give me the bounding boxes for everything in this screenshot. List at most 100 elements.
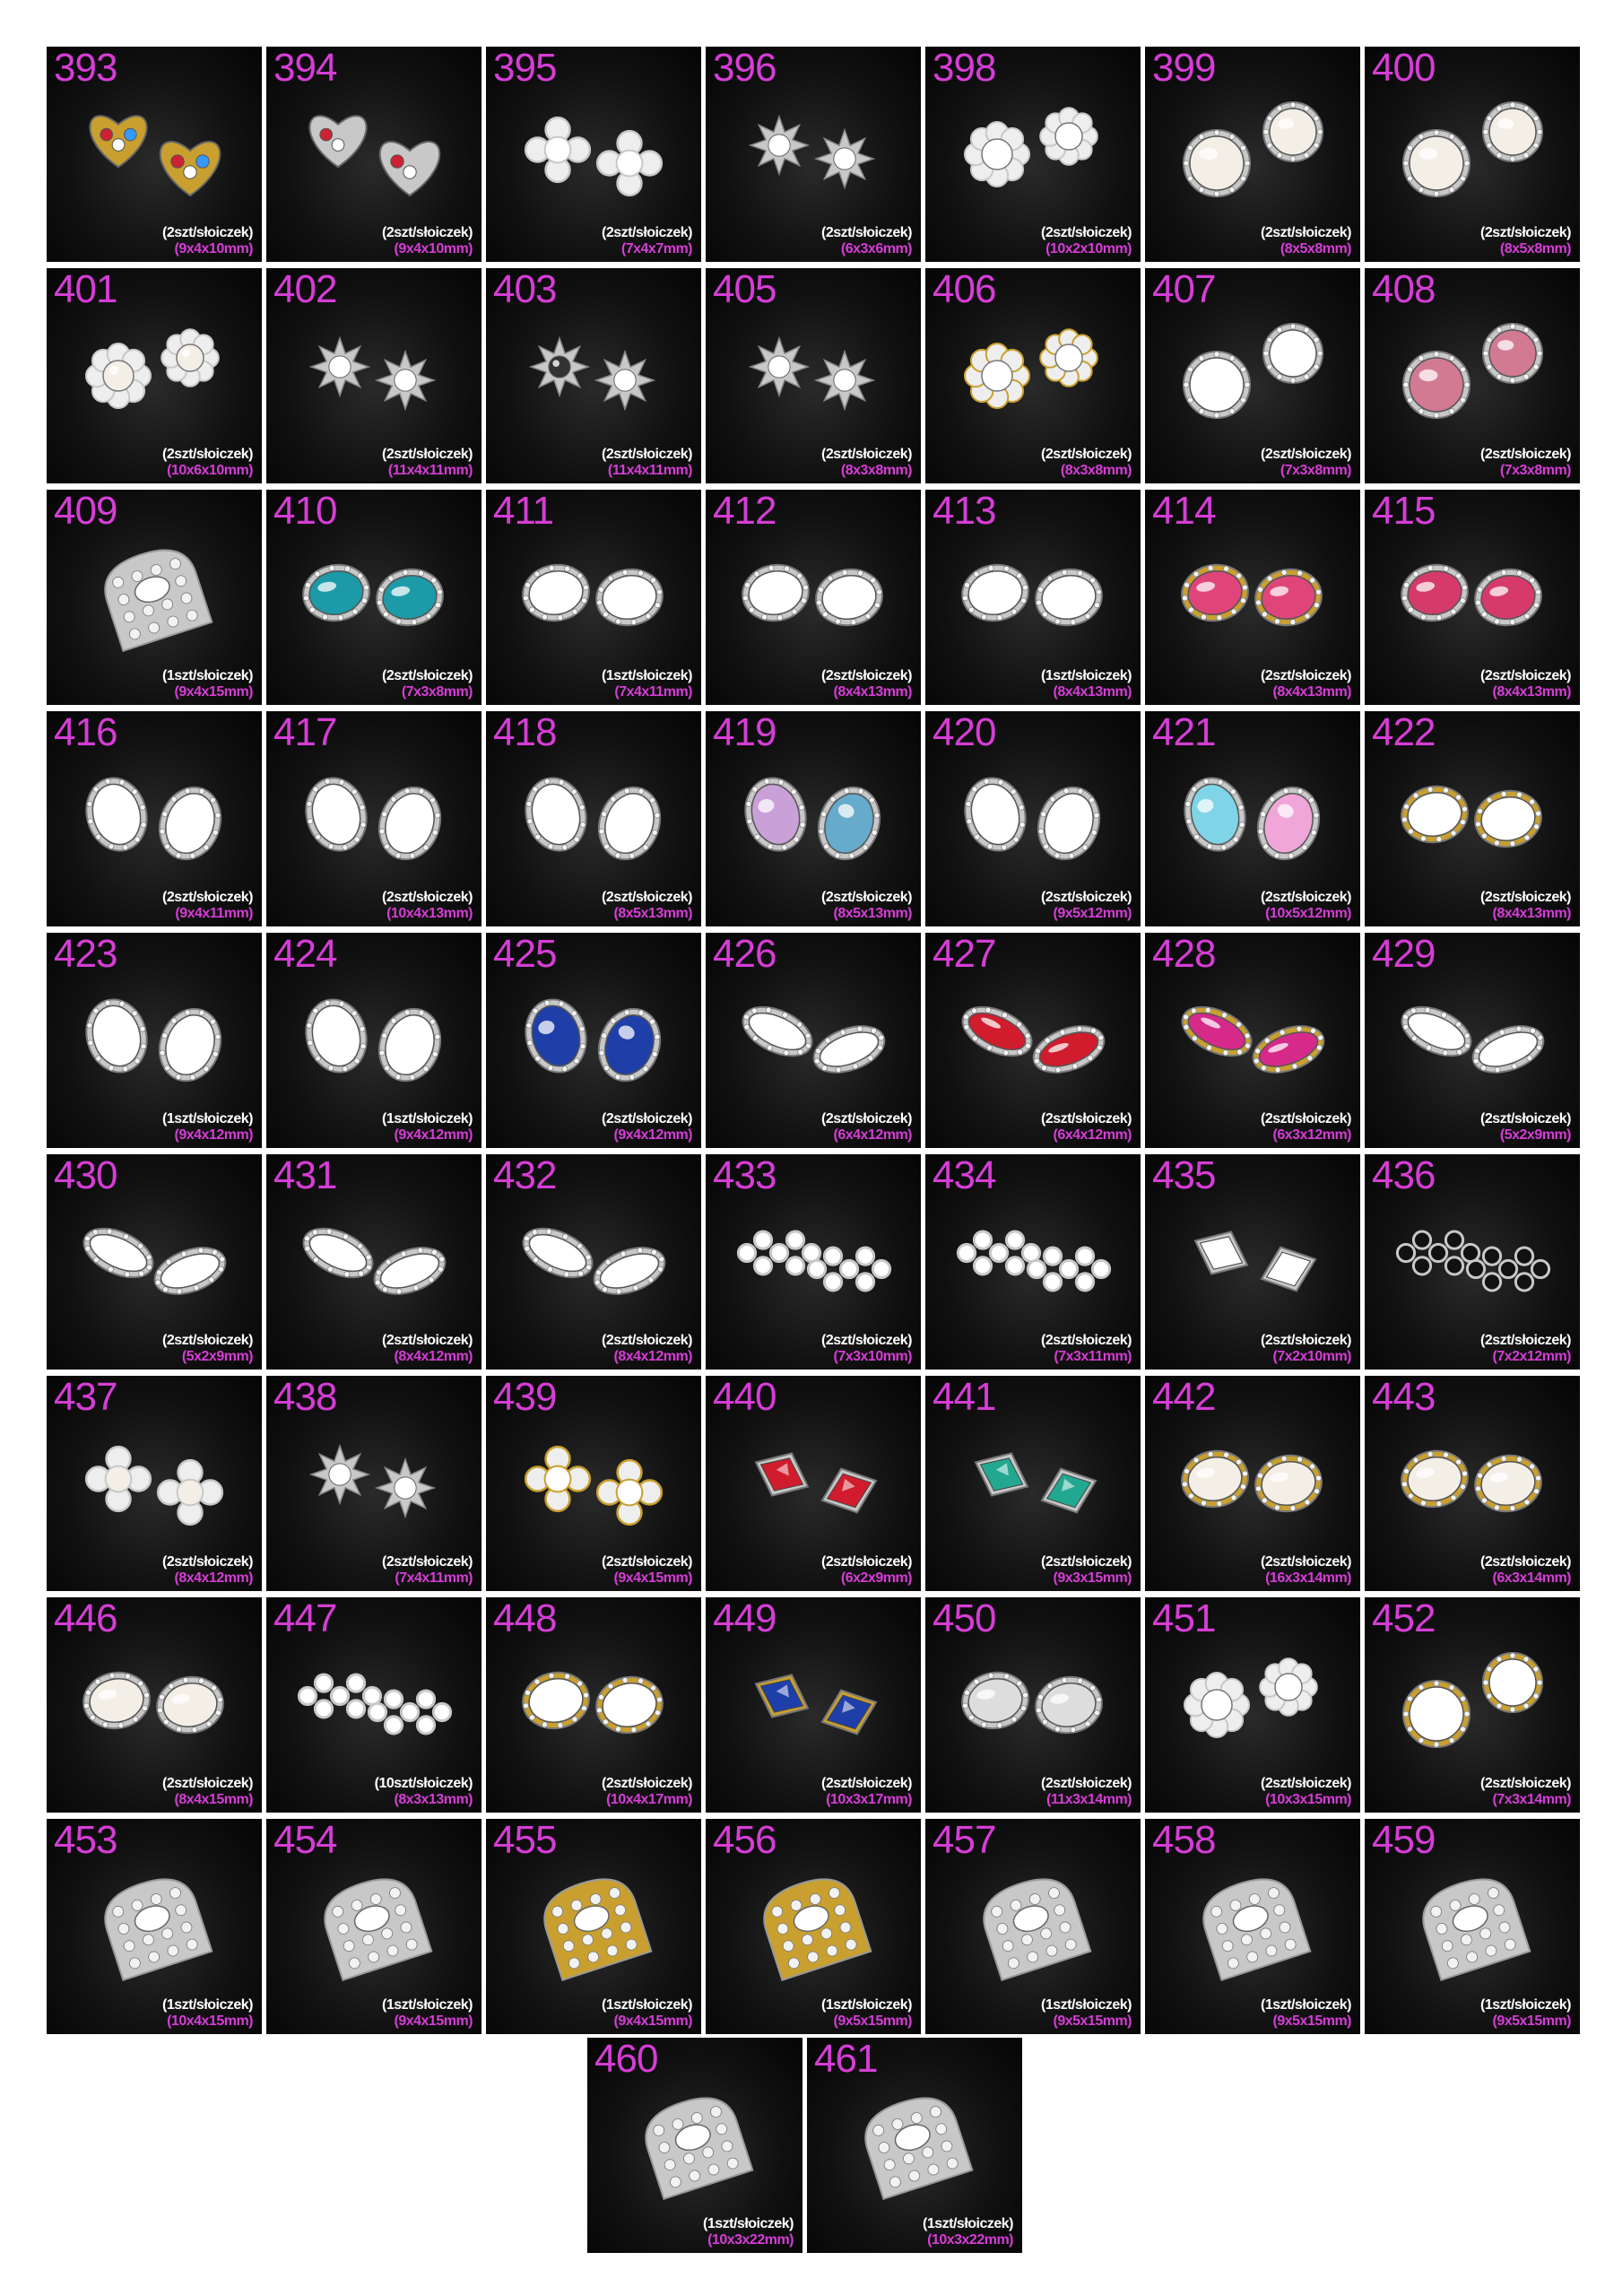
product-tile-421[interactable]: 421 (2szt/słoiczek) (10x5x12mm)	[1145, 711, 1360, 926]
product-tile-440[interactable]: 440 (2szt/słoiczek) (6x2x9mm)	[706, 1376, 921, 1591]
product-tile-410[interactable]: 410 (2szt/słoiczek) (7x3x8mm)	[266, 490, 482, 705]
product-number: 433	[713, 1154, 776, 1197]
product-tile-446[interactable]: 446 (2szt/słoiczek) (8x4x15mm)	[47, 1597, 262, 1813]
product-quantity: (1szt/słoiczek)	[382, 1997, 473, 2013]
product-number: 422	[1372, 711, 1436, 754]
product-tile-406[interactable]: 406 (2szt/słoiczek) (8x3x8mm)	[925, 268, 1141, 483]
product-number: 417	[273, 711, 337, 754]
product-tile-447[interactable]: 447 (10szt/słoiczek) (8x3x13mm)	[266, 1597, 482, 1813]
product-tile-407[interactable]: 407 (2szt/słoiczek) (7x3x8mm)	[1145, 268, 1360, 483]
product-size: (8x4x12mm)	[174, 1570, 254, 1586]
product-tile-457[interactable]: 457 (1szt/słoiczek) (9x5x15mm)	[925, 1819, 1141, 2034]
product-quantity: (2szt/słoiczek)	[821, 890, 912, 905]
product-tile-435[interactable]: 435 (2szt/słoiczek) (7x2x10mm)	[1145, 1154, 1360, 1370]
product-tile-408[interactable]: 408 (2szt/słoiczek) (7x3x8mm)	[1365, 268, 1580, 483]
product-tile-418[interactable]: 418 (2szt/słoiczek) (8x5x13mm)	[486, 711, 701, 926]
product-tile-442[interactable]: 442 (2szt/słoiczek) (16x3x14mm)	[1145, 1376, 1360, 1591]
product-number: 434	[933, 1154, 996, 1197]
product-tile-414[interactable]: 414 (2szt/słoiczek) (8x4x13mm)	[1145, 490, 1360, 705]
product-tile-454[interactable]: 454 (1szt/słoiczek) (9x4x15mm)	[266, 1819, 482, 2034]
product-tile-394[interactable]: 394 (2szt/słoiczek) (9x4x10mm)	[266, 47, 482, 262]
product-number: 393	[54, 47, 117, 90]
product-tile-400[interactable]: 400 (2szt/słoiczek) (8x5x8mm)	[1365, 47, 1580, 262]
product-tile-455[interactable]: 455 (1szt/słoiczek) (9x4x15mm)	[486, 1819, 701, 2034]
product-tile-409[interactable]: 409 (1szt/słoiczek) (9x4x15mm)	[47, 490, 262, 705]
product-size: (10x3x22mm)	[707, 2232, 794, 2248]
product-tile-393[interactable]: 393 (2szt/słoiczek) (9x4x10mm)	[47, 47, 262, 262]
product-number: 419	[713, 711, 776, 754]
product-tile-461[interactable]: 461 (1szt/słoiczek) (10x3x22mm)	[807, 2038, 1022, 2253]
product-tile-431[interactable]: 431 (2szt/słoiczek) (8x4x12mm)	[266, 1154, 482, 1370]
product-tile-420[interactable]: 420 (2szt/słoiczek) (9x5x12mm)	[925, 711, 1141, 926]
product-size: (8x4x13mm)	[1492, 906, 1572, 921]
product-tile-452[interactable]: 452 (2szt/słoiczek) (7x3x14mm)	[1365, 1597, 1580, 1813]
product-tile-448[interactable]: 448 (2szt/słoiczek) (10x4x17mm)	[486, 1597, 701, 1813]
product-tile-430[interactable]: 430 (2szt/słoiczek) (5x2x9mm)	[47, 1154, 262, 1370]
product-size: (9x4x11mm)	[175, 906, 253, 921]
product-number: 446	[54, 1597, 117, 1640]
product-size: (8x4x12mm)	[613, 1349, 693, 1364]
product-tile-423[interactable]: 423 (1szt/słoiczek) (9x4x12mm)	[47, 933, 262, 1148]
product-tile-450[interactable]: 450 (2szt/słoiczek) (11x3x14mm)	[925, 1597, 1141, 1813]
product-tile-432[interactable]: 432 (2szt/słoiczek) (8x4x12mm)	[486, 1154, 701, 1370]
product-number: 426	[713, 933, 776, 976]
product-quantity: (2szt/słoiczek)	[821, 1333, 912, 1348]
product-size: (7x2x10mm)	[1272, 1349, 1352, 1364]
product-tile-403[interactable]: 403 (2szt/słoiczek) (11x4x11mm)	[486, 268, 701, 483]
product-tile-395[interactable]: 395 (2szt/słoiczek) (7x4x7mm)	[486, 47, 701, 262]
product-number: 460	[594, 2038, 658, 2081]
product-size: (7x3x8mm)	[401, 684, 473, 700]
product-tile-433[interactable]: 433 (2szt/słoiczek) (7x3x10mm)	[706, 1154, 921, 1370]
product-number: 461	[814, 2038, 878, 2081]
product-tile-459[interactable]: 459 (1szt/słoiczek) (9x5x15mm)	[1365, 1819, 1580, 2034]
product-number: 450	[933, 1597, 996, 1640]
product-tile-428[interactable]: 428 (2szt/słoiczek) (6x3x12mm)	[1145, 933, 1360, 1148]
product-tile-441[interactable]: 441 (2szt/słoiczek) (9x3x15mm)	[925, 1376, 1141, 1591]
product-tile-453[interactable]: 453 (1szt/słoiczek) (10x4x15mm)	[47, 1819, 262, 2034]
product-tile-399[interactable]: 399 (2szt/słoiczek) (8x5x8mm)	[1145, 47, 1360, 262]
product-number: 416	[54, 711, 117, 754]
product-size: (8x4x15mm)	[174, 1792, 254, 1807]
product-tile-402[interactable]: 402 (2szt/słoiczek) (11x4x11mm)	[266, 268, 482, 483]
product-tile-396[interactable]: 396 (2szt/słoiczek) (6x3x6mm)	[706, 47, 921, 262]
product-tile-416[interactable]: 416 (2szt/słoiczek) (9x4x11mm)	[47, 711, 262, 926]
product-quantity: (1szt/słoiczek)	[602, 668, 692, 683]
product-tile-437[interactable]: 437 (2szt/słoiczek) (8x4x12mm)	[47, 1376, 262, 1591]
product-size: (9x4x15mm)	[394, 2013, 473, 2029]
product-tile-401[interactable]: 401 (2szt/słoiczek) (10x6x10mm)	[47, 268, 262, 483]
product-tile-434[interactable]: 434 (2szt/słoiczek) (7x3x11mm)	[925, 1154, 1141, 1370]
product-tile-426[interactable]: 426 (2szt/słoiczek) (6x4x12mm)	[706, 933, 921, 1148]
product-tile-413[interactable]: 413 (1szt/słoiczek) (8x4x13mm)	[925, 490, 1141, 705]
product-quantity: (2szt/słoiczek)	[1261, 890, 1351, 905]
product-tile-425[interactable]: 425 (2szt/słoiczek) (9x4x12mm)	[486, 933, 701, 1148]
product-tile-429[interactable]: 429 (2szt/słoiczek) (5x2x9mm)	[1365, 933, 1580, 1148]
product-size: (8x3x8mm)	[840, 463, 913, 478]
product-tile-398[interactable]: 398 (2szt/słoiczek) (10x2x10mm)	[925, 47, 1141, 262]
product-tile-411[interactable]: 411 (1szt/słoiczek) (7x4x11mm)	[486, 490, 701, 705]
product-tile-422[interactable]: 422 (2szt/słoiczek) (8x4x13mm)	[1365, 711, 1580, 926]
product-tile-405[interactable]: 405 (2szt/słoiczek) (8x3x8mm)	[706, 268, 921, 483]
product-tile-439[interactable]: 439 (2szt/słoiczek) (9x4x15mm)	[486, 1376, 701, 1591]
product-number: 408	[1372, 268, 1436, 311]
product-size: (10x3x15mm)	[1265, 1792, 1351, 1807]
product-tile-427[interactable]: 427 (2szt/słoiczek) (6x4x12mm)	[925, 933, 1141, 1148]
product-number: 440	[713, 1376, 776, 1419]
product-tile-458[interactable]: 458 (1szt/słoiczek) (9x5x15mm)	[1145, 1819, 1360, 2034]
product-number: 414	[1152, 490, 1216, 533]
product-tile-417[interactable]: 417 (2szt/słoiczek) (10x4x13mm)	[266, 711, 482, 926]
product-tile-424[interactable]: 424 (1szt/słoiczek) (9x4x12mm)	[266, 933, 482, 1148]
product-number: 427	[933, 933, 996, 976]
product-tile-419[interactable]: 419 (2szt/słoiczek) (8x5x13mm)	[706, 711, 921, 926]
product-tile-449[interactable]: 449 (2szt/słoiczek) (10x3x17mm)	[706, 1597, 921, 1813]
product-tile-451[interactable]: 451 (2szt/słoiczek) (10x3x15mm)	[1145, 1597, 1360, 1813]
product-quantity: (2szt/słoiczek)	[821, 447, 912, 462]
product-tile-438[interactable]: 438 (2szt/słoiczek) (7x4x11mm)	[266, 1376, 482, 1591]
product-tile-412[interactable]: 412 (2szt/słoiczek) (8x4x13mm)	[706, 490, 921, 705]
product-number: 453	[54, 1819, 117, 1862]
product-tile-436[interactable]: 436 (2szt/słoiczek) (7x2x12mm)	[1365, 1154, 1580, 1370]
product-number: 425	[493, 933, 557, 976]
product-tile-443[interactable]: 443 (2szt/słoiczek) (6x3x14mm)	[1365, 1376, 1580, 1591]
product-tile-415[interactable]: 415 (2szt/słoiczek) (8x4x13mm)	[1365, 490, 1580, 705]
product-tile-456[interactable]: 456 (1szt/słoiczek) (9x5x15mm)	[706, 1819, 921, 2034]
product-tile-460[interactable]: 460 (1szt/słoiczek) (10x3x22mm)	[587, 2038, 802, 2253]
